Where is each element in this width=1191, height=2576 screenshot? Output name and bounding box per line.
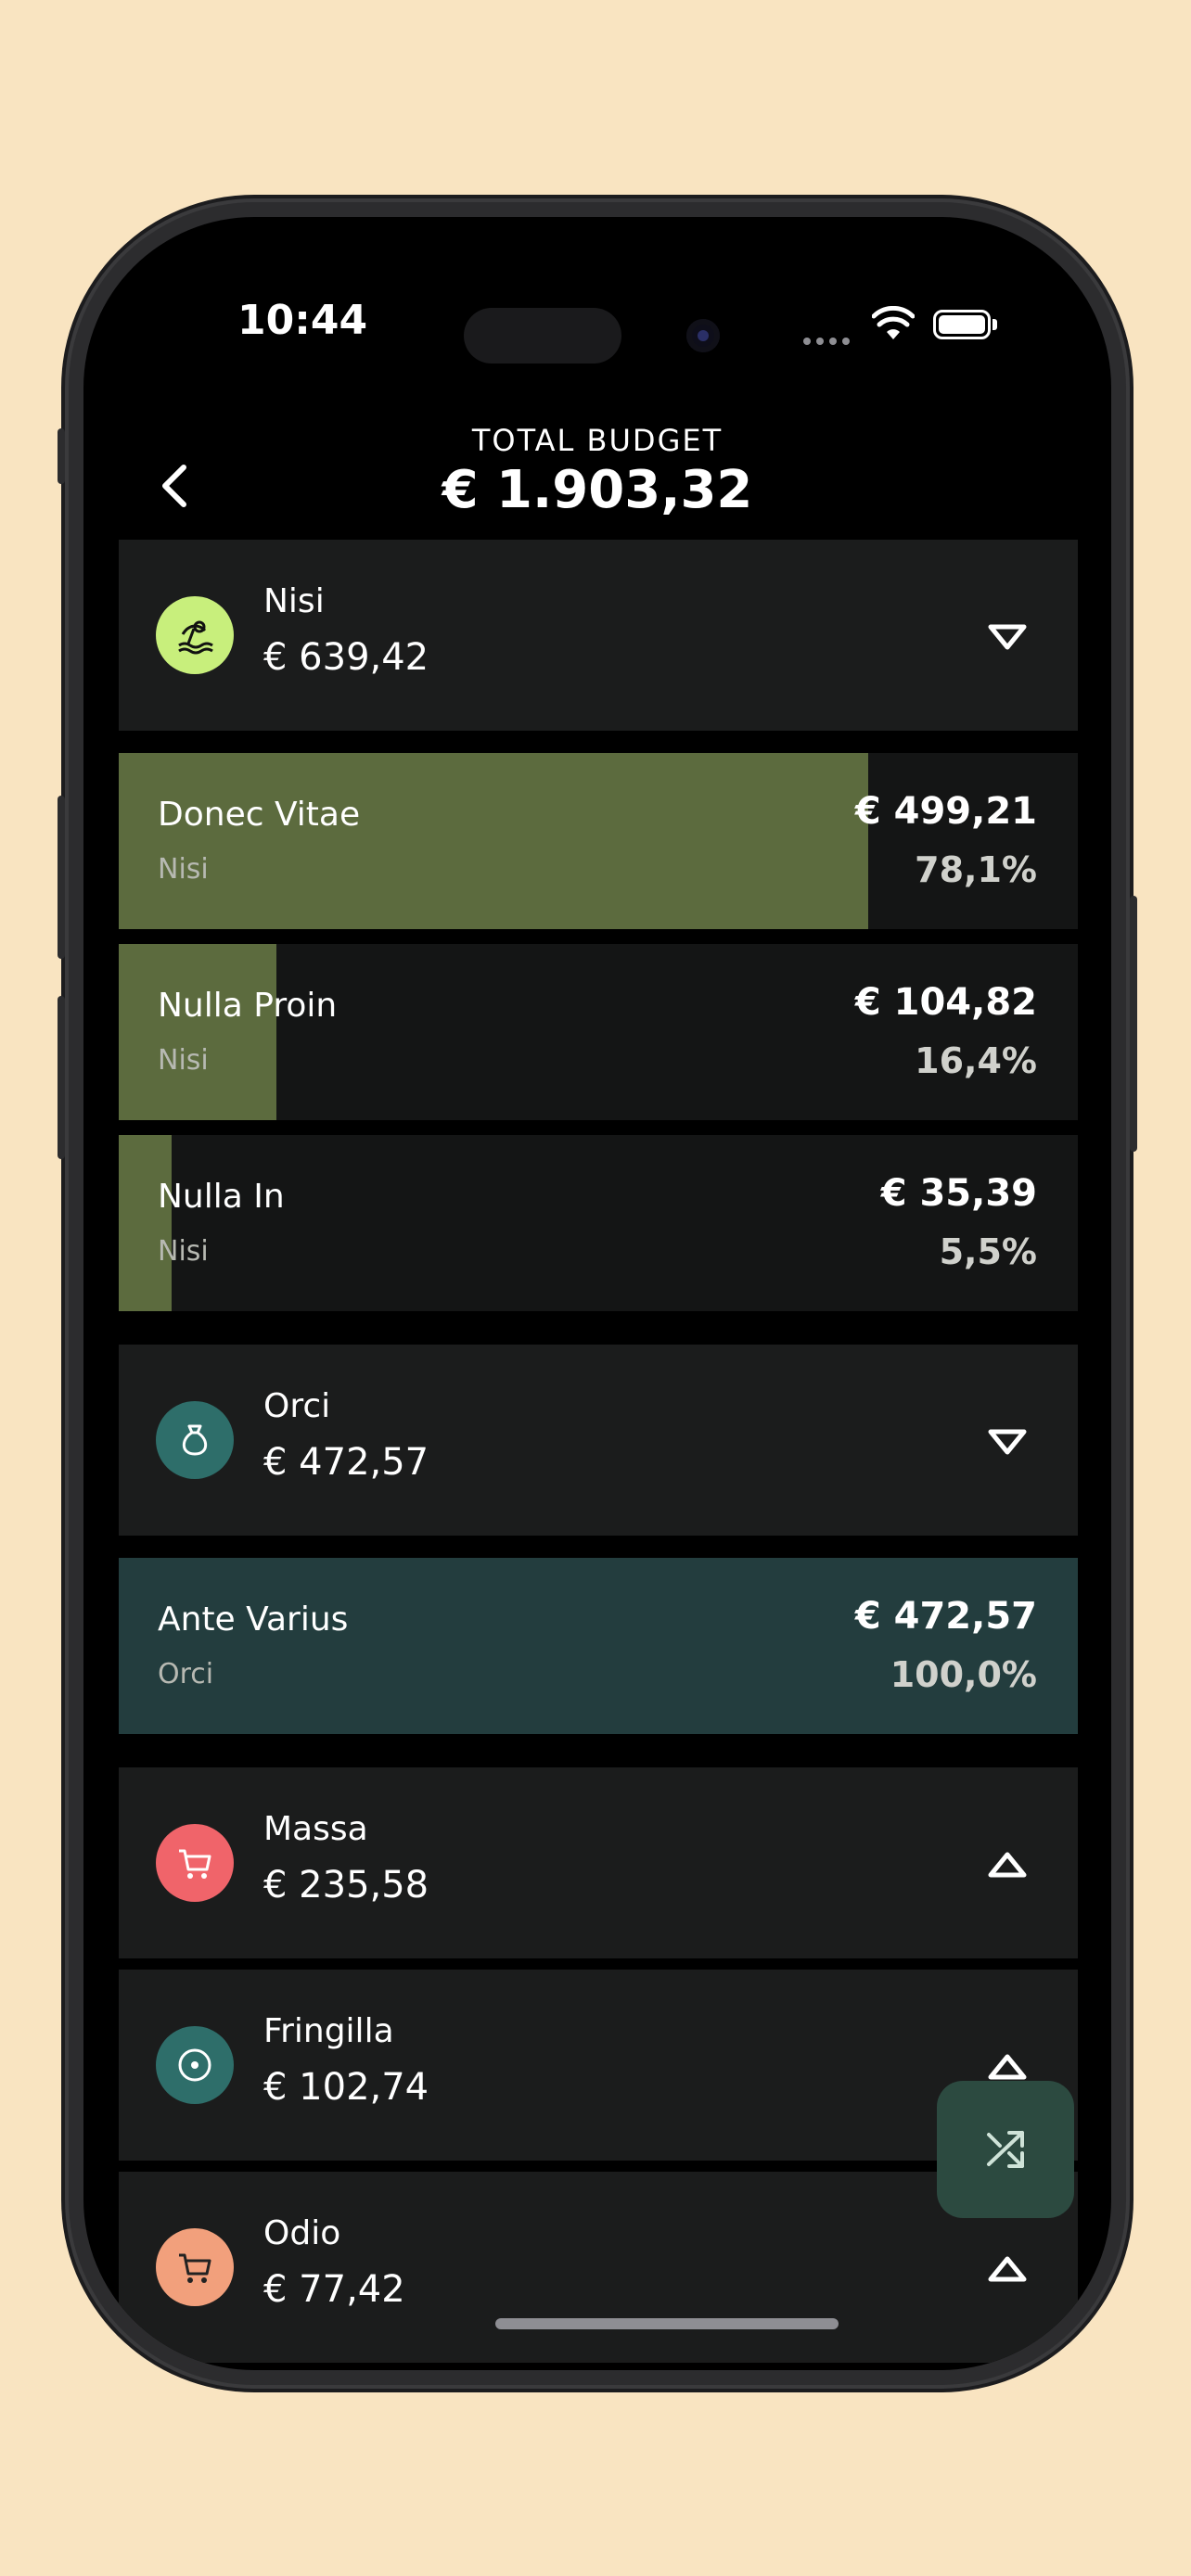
subcategory-name: Nulla Proin (158, 987, 338, 1025)
phone-frame: 10:44 TOTAL BUDGET € 1.903,32 Nisi € 639… (58, 202, 1137, 2385)
status-bar: 10:44 (83, 217, 1111, 363)
subcategory-name: Ante Varius (158, 1600, 349, 1639)
category-amount: € 639,42 (263, 636, 429, 679)
silent-switch (58, 428, 65, 484)
money-bag-icon (156, 1401, 234, 1479)
header: TOTAL BUDGET € 1.903,32 (83, 412, 1111, 523)
subcategory-percent: 78,1% (915, 849, 1037, 890)
progress-fill (119, 1135, 172, 1311)
home-indicator[interactable] (495, 2318, 839, 2329)
wifi-icon (872, 306, 915, 339)
subcategory-parent: Nisi (158, 1235, 209, 1268)
subcategory-row[interactable]: Nulla In Nisi € 35,39 5,5% (119, 1135, 1078, 1311)
category-amount: € 235,58 (263, 1864, 429, 1906)
status-time: 10:44 (237, 297, 368, 344)
subcategory-parent: Nisi (158, 853, 209, 886)
target-icon (156, 2026, 234, 2104)
subcategory-parent: Orci (158, 1658, 214, 1690)
signal-icon (803, 338, 850, 345)
category-name: Massa (263, 1810, 368, 1848)
category-header-fringilla[interactable]: Fringilla € 102,74 (119, 1970, 1078, 2161)
total-budget-amount: € 1.903,32 (442, 460, 753, 520)
subcategory-amount: € 104,82 (854, 981, 1037, 1024)
category-header-nisi[interactable]: Nisi € 639,42 (119, 540, 1078, 731)
category-amount: € 472,57 (263, 1441, 429, 1484)
front-camera (686, 319, 720, 352)
subcategory-percent: 100,0% (890, 1654, 1037, 1695)
beach-icon (156, 596, 234, 674)
chevron-up-icon[interactable] (985, 2047, 1030, 2085)
progress-fill (119, 1558, 1078, 1734)
chevron-down-icon[interactable] (985, 618, 1030, 655)
subcategory-percent: 5,5% (939, 1231, 1037, 1272)
battery-icon (933, 310, 991, 339)
subcategory-name: Donec Vitae (158, 796, 361, 834)
shuffle-icon (987, 2131, 1024, 2168)
subcategory-row[interactable]: Nulla Proin Nisi € 104,82 16,4% (119, 944, 1078, 1120)
category-name: Odio (263, 2214, 341, 2252)
cart-icon (156, 1824, 234, 1902)
subcategory-row[interactable]: Donec Vitae Nisi € 499,21 78,1% (119, 753, 1078, 929)
chevron-up-icon[interactable] (985, 1845, 1030, 1882)
dynamic-island (464, 308, 621, 363)
chevron-down-icon[interactable] (985, 1422, 1030, 1460)
power-button (1130, 896, 1137, 1152)
subcategory-name: Nulla In (158, 1178, 285, 1216)
category-header-massa[interactable]: Massa € 235,58 (119, 1767, 1078, 1958)
progress-fill (119, 753, 868, 929)
subcategory-amount: € 35,39 (880, 1172, 1037, 1215)
category-header-orci[interactable]: Orci € 472,57 (119, 1345, 1078, 1536)
page-title: TOTAL BUDGET (471, 423, 724, 458)
category-header-odio[interactable]: Odio € 77,42 (119, 2172, 1078, 2363)
category-amount: € 102,74 (263, 2066, 429, 2109)
shuffle-button[interactable] (937, 2081, 1074, 2218)
screen: 10:44 TOTAL BUDGET € 1.903,32 Nisi € 639… (83, 217, 1111, 2370)
category-name: Nisi (263, 582, 325, 620)
chevron-up-icon[interactable] (985, 2250, 1030, 2287)
progress-fill (119, 944, 276, 1120)
battery-tip (992, 319, 997, 330)
cart-icon (156, 2228, 234, 2306)
subcategory-percent: 16,4% (915, 1040, 1037, 1081)
subcategory-parent: Nisi (158, 1044, 209, 1077)
subcategory-amount: € 499,21 (854, 790, 1037, 833)
subcategory-amount: € 472,57 (854, 1595, 1037, 1638)
subcategory-row[interactable]: Ante Varius Orci € 472,57 100,0% (119, 1558, 1078, 1734)
category-name: Fringilla (263, 2012, 394, 2050)
volume-up-button (58, 796, 65, 959)
volume-down-button (58, 996, 65, 1159)
category-amount: € 77,42 (263, 2268, 405, 2311)
category-name: Orci (263, 1387, 331, 1425)
